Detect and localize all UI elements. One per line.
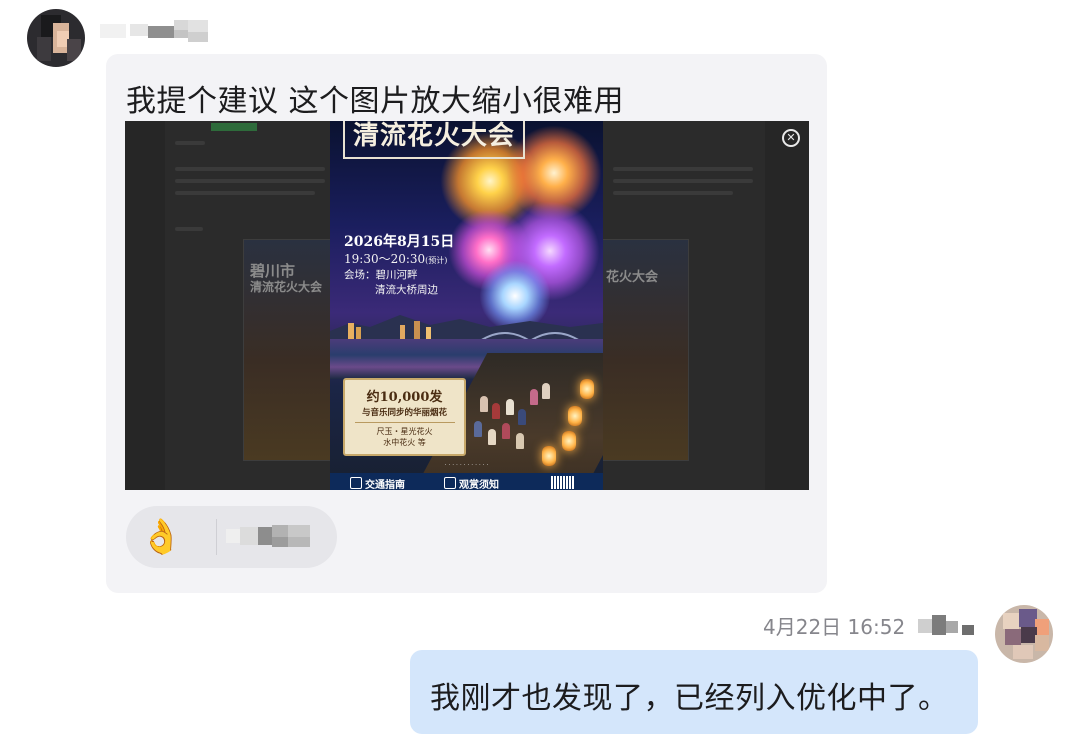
qr-code-icon: [551, 476, 575, 489]
poster-venue: 会场：碧川河畔 清流大桥周边: [344, 269, 438, 296]
outgoing-message-text: 我刚才也发现了，已经列入优化中了。: [430, 681, 949, 716]
message-timestamp: 4月22日 16:52: [763, 615, 906, 639]
poster-footer-note: · · · · · · · · · · · ·: [444, 462, 489, 469]
user-avatar[interactable]: [995, 605, 1053, 663]
sender-avatar[interactable]: [27, 9, 85, 67]
ok-hand-icon: 👌: [140, 517, 183, 557]
image-attachment[interactable]: 碧川市 清流花火大会 花火大会 清流花火大会 2026年8月15日 19:30～…: [125, 121, 809, 490]
poster-footer: 交通指南 观赏须知: [330, 473, 603, 490]
sender-name-redacted: [100, 16, 212, 44]
outgoing-message-bubble[interactable]: 我刚才也发现了，已经列入优化中了。: [410, 650, 978, 734]
receiver-name-redacted: [918, 611, 980, 639]
poster-time: 19:30～20:30(预计): [344, 252, 448, 266]
incoming-message-text: 我提个建议 这个图片放大缩小很难用: [126, 84, 625, 119]
reactor-name-redacted: [226, 523, 322, 551]
firework-poster: 清流花火大会 2026年8月15日 19:30～20:30(预计) 会场：碧川河…: [330, 121, 603, 490]
lantern: [568, 406, 582, 426]
poster-title: 清流花火大会: [343, 121, 526, 159]
notice-icon: [444, 477, 456, 489]
background-poster-right: 花火大会: [599, 239, 689, 461]
poster-highlight-card: 约10,000发 与音乐同步的华丽烟花 尺玉・星光花火 水中花火 等: [343, 378, 466, 456]
lantern: [562, 431, 576, 451]
incoming-message-bubble[interactable]: 我提个建议 这个图片放大缩小很难用 碧川市 清流花火大会 花火大会 清流花火大会…: [106, 54, 827, 593]
close-icon[interactable]: ✕: [782, 129, 800, 147]
background-poster-left: 碧川市 清流花火大会: [243, 239, 333, 461]
lantern: [580, 379, 594, 399]
poster-date: 2026年8月15日: [344, 234, 455, 250]
reaction-chip[interactable]: 👌: [126, 506, 337, 568]
map-icon: [350, 477, 362, 489]
